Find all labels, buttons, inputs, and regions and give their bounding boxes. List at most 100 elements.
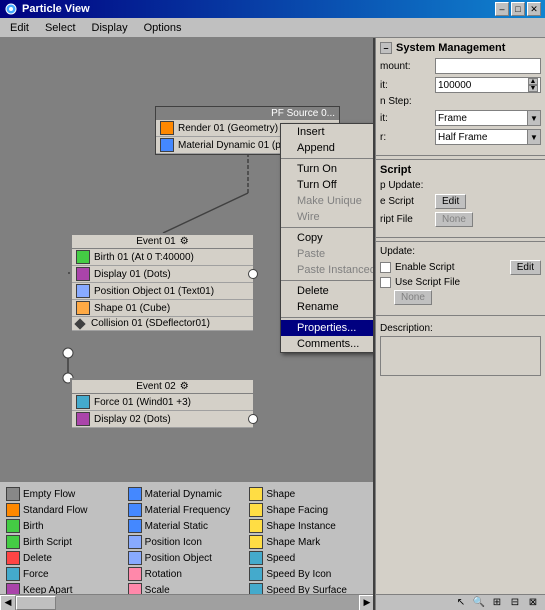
event-box-1[interactable]: Event 01 ⚙ Birth 01 (At 0 T:40000) Displ… [70,233,255,333]
toolbar-empty-flow[interactable]: Empty Flow [4,486,126,502]
limit-value: 100000 [438,80,471,91]
icon-zoom-out[interactable]: ⊟ [507,596,523,610]
script2-none-btn[interactable]: None [394,290,432,305]
toolbar-material-frequency[interactable]: Material Frequency [126,502,248,518]
limit-spin-down[interactable]: ▼ [528,85,538,92]
scroll-thumb[interactable] [16,596,56,610]
position-object-icon [128,551,142,565]
material-dynamic-label: Material Dynamic [145,489,222,500]
ctx-properties[interactable]: Properties... [281,320,373,336]
shape-mark-label: Shape Mark [266,537,320,548]
substep-dropdown[interactable]: Half Frame ▼ [435,129,541,145]
description-box[interactable] [380,336,541,376]
ctx-append[interactable]: Append ▶ [281,140,373,156]
h-scrollbar[interactable]: ◀ ▶ [0,594,373,610]
toolbar-position-object[interactable]: Position Object [126,550,248,566]
minimize-button[interactable]: – [495,2,509,16]
close-button[interactable]: ✕ [527,2,541,16]
ctx-insert[interactable]: Insert ▶ [281,124,373,140]
shape-instance-icon [249,519,263,533]
speed-by-icon-label: Speed By Icon [266,569,331,580]
shape-row[interactable]: Shape 01 (Cube) [72,300,253,317]
ctx-copy-label: Copy [297,232,323,244]
ctx-rename[interactable]: Rename [281,299,373,315]
canvas-area[interactable]: PF Source 0... Render 01 (Geometry) Mate… [0,38,375,610]
script1-edit-btn[interactable]: Edit [435,194,466,209]
amount-label: mount: [380,61,435,72]
scroll-track[interactable] [16,595,359,610]
collision-row[interactable]: Collision 01 (SDeflector01) [72,317,253,331]
ctx-wire[interactable]: Wire [281,209,373,225]
icon-cursor[interactable]: ↖ [453,596,469,610]
toolbar-standard-flow[interactable]: Standard Flow [4,502,126,518]
birth-row[interactable]: Birth 01 (At 0 T:40000) [72,249,253,266]
use-script-file-label: Use Script File [395,277,460,288]
ctx-turnon-label: Turn On [297,163,337,175]
ctx-turnoff[interactable]: Turn Off [281,177,373,193]
toolbar-force[interactable]: Force [4,566,126,582]
ctx-turnon[interactable]: Turn On [281,161,373,177]
position-icon [76,284,90,298]
maximize-button[interactable]: □ [511,2,525,16]
toolbar-position-icon[interactable]: Position Icon [126,534,248,550]
ctx-makeunique-label: Make Unique [297,195,362,207]
ctx-paste-instanced[interactable]: Paste Instanced [281,262,373,278]
step-label-row: n Step: [380,96,541,107]
scroll-right-btn[interactable]: ▶ [359,595,373,610]
ctx-copy[interactable]: Copy [281,230,373,246]
icon-search[interactable]: 🔍 [471,596,487,610]
toolbar-shape-facing[interactable]: Shape Facing [247,502,369,518]
icon-zoom-in[interactable]: ⊞ [489,596,505,610]
position-row[interactable]: Position Object 01 (Text01) [72,283,253,300]
event2-header: Event 02 ⚙ [72,380,253,394]
app-icon [4,2,18,16]
birth-label: Birth 01 (At 0 T:40000) [94,252,194,263]
event2-gear-icon[interactable]: ⚙ [180,381,189,392]
delete-tb-label: Delete [23,553,52,564]
ctx-comments[interactable]: Comments... [281,336,373,352]
event1-gear-icon[interactable]: ⚙ [180,236,189,247]
toolbar-material-static[interactable]: Material Static [126,518,248,534]
shape-facing-label: Shape Facing [266,505,328,516]
material-dynamic-icon [128,487,142,501]
menu-edit[interactable]: Edit [2,20,37,36]
limit-spin-up[interactable]: ▲ [528,78,538,85]
speed-label: Speed [266,553,295,564]
scroll-left-btn[interactable]: ◀ [0,595,16,610]
display2-row[interactable]: Display 02 (Dots) [72,411,253,428]
ctx-makeunique[interactable]: Make Unique [281,193,373,209]
script1-none-btn[interactable]: None [435,212,473,227]
toolbar-shape[interactable]: Shape [247,486,369,502]
toolbar-birth-script[interactable]: Birth Script [4,534,126,550]
menu-options[interactable]: Options [136,20,190,36]
menu-display[interactable]: Display [84,20,136,36]
limit-spinners[interactable]: ▲ ▼ [528,78,538,92]
display1-row[interactable]: Display 01 (Dots) [72,266,253,283]
toolbar-speed[interactable]: Speed [247,550,369,566]
ctx-delete[interactable]: Delete [281,283,373,299]
toolbar-shape-instance[interactable]: Shape Instance [247,518,369,534]
divider-2 [376,237,545,238]
toolbar-shape-mark[interactable]: Shape Mark [247,534,369,550]
toolbar-rotation[interactable]: Rotation [126,566,248,582]
event-box-2[interactable]: Event 02 ⚙ Force 01 (Wind01 +3) Display … [70,378,255,430]
collapse-system-btn[interactable]: – [380,42,392,54]
toolbar-birth[interactable]: Birth [4,518,126,534]
toolbar-material-dynamic[interactable]: Material Dynamic [126,486,248,502]
node-area: PF Source 0... Render 01 (Geometry) Mate… [0,38,373,480]
substep-dropdown-btn[interactable]: ▼ [527,129,541,145]
use-script-file-checkbox[interactable] [380,277,391,288]
toolbar-speed-by-icon[interactable]: Speed By Icon [247,566,369,582]
enable-script-checkbox[interactable] [380,262,391,273]
position-label: Position Object 01 (Text01) [94,286,214,297]
toolbar-delete[interactable]: Delete [4,550,126,566]
icon-fit[interactable]: ⊠ [525,596,541,610]
menu-select[interactable]: Select [37,20,84,36]
force-row[interactable]: Force 01 (Wind01 +3) [72,394,253,411]
integration-dropdown[interactable]: Frame ▼ [435,110,541,126]
ctx-paste[interactable]: Paste [281,246,373,262]
amount-input[interactable] [435,58,541,74]
limit-input[interactable]: 100000 ▲ ▼ [435,77,541,93]
script2-edit-btn[interactable]: Edit [510,260,541,275]
integration-dropdown-btn[interactable]: ▼ [527,110,541,126]
